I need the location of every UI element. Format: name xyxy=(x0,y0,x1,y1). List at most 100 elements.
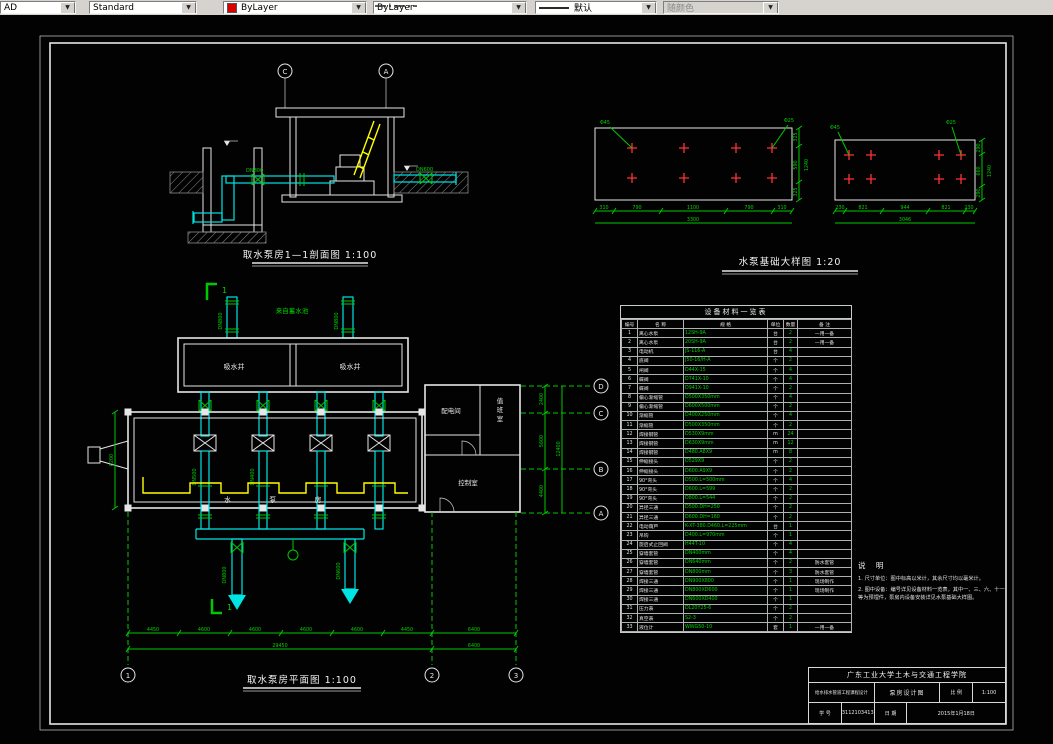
date-label: 日 期 xyxy=(873,702,908,724)
table-row: 11 渐缩管 D500X350mm 个 2 xyxy=(621,420,852,431)
axis-bubble: B xyxy=(599,466,604,474)
bolt-label: Φ45 xyxy=(600,120,610,126)
linetype-sample-icon xyxy=(375,5,417,7)
color-combo[interactable]: ByLayer ▼ xyxy=(223,1,367,14)
axis-bubble-a: A xyxy=(384,68,389,76)
well-label: 吸水井 xyxy=(340,362,361,371)
chevron-down-icon[interactable]: ▼ xyxy=(641,2,656,13)
foundation-detail-left[interactable]: Φ45 Φ25 310 790 1100 790 310 3300 325 59… xyxy=(592,118,810,224)
cad-window: AD ▼ Standard ▼ ByLayer ▼ ByLayer ▼ 默认 ▼… xyxy=(0,0,1053,744)
dim-text: 944 xyxy=(900,205,909,211)
table-row: 16 伸缩接头 D600.A9X9 个 2 xyxy=(621,465,852,477)
dim-text: 1240 xyxy=(804,159,810,171)
materials-table[interactable]: 设备材料一览表 编号 名 称 规 格 单位 数量 备 注 1 离心水泵 12SH-9… xyxy=(620,305,852,634)
dim-text: 5600 xyxy=(539,435,545,447)
chevron-down-icon[interactable]: ▼ xyxy=(511,2,526,13)
axis-grid-vertical: 1 2 3 xyxy=(120,512,524,683)
room-label-power: 配电间 xyxy=(441,406,461,415)
color-swatch-icon xyxy=(227,2,237,13)
lineweight-combo[interactable]: 默认 ▼ xyxy=(535,1,657,14)
chevron-down-icon[interactable]: ▼ xyxy=(351,2,366,13)
dim-text: 2400 xyxy=(539,393,545,405)
axis-bubble: 1 xyxy=(126,672,130,680)
table-row: 20 异径三通 D500.DH=250 个 2 xyxy=(621,502,852,513)
col-header: 单位 xyxy=(767,318,784,330)
materials-table-title: 设备材料一览表 xyxy=(621,306,851,319)
source-label: 来自蓄水池 xyxy=(276,306,309,315)
section-cut-marker-top: 1 xyxy=(222,286,227,295)
axis-bubble-c: C xyxy=(283,68,288,76)
table-row: 3 电动机 JS-116-A 台 4 xyxy=(621,346,852,357)
plan-view[interactable]: 1 1 来自蓄水池 DN800 DN800 吸水井 吸水井 DN500 DN40… xyxy=(87,282,609,692)
section-view[interactable]: C A DN800 DN600 取水泵房1—1剖面图 1:100 xyxy=(169,63,469,267)
plotstyle-combo: 随颜色 ▼ xyxy=(663,1,779,14)
materials-table-rows: 1 离心水泵 12SH-9A 台 2 一用一备 2 离心水泵 20SH-9A 台 2 一用一备 3 电动机… xyxy=(621,328,852,633)
pipe-label: DN800 xyxy=(246,168,263,174)
text-style-value: Standard xyxy=(93,2,134,13)
bolt-label: Φ25 xyxy=(946,120,956,126)
drawing-title: 泵房设计图 xyxy=(873,682,941,703)
lineweight-sample-icon xyxy=(539,6,569,9)
room-label-duty: 值班室 xyxy=(497,396,504,423)
plan-view-title: 取水泵房平面图 1:100 xyxy=(247,674,357,686)
table-row: 8 偏心渐缩管 D500X350mm 个 4 xyxy=(621,392,852,403)
table-row: 12 焊接钢管 D530X9mm m 24 xyxy=(621,429,852,440)
dim-text: 4400 xyxy=(539,485,545,497)
table-row: 6 蝶阀 D741X-10 个 4 xyxy=(621,374,852,385)
course-name: 给水排水管道工程课程设计 xyxy=(808,682,875,703)
pump-units xyxy=(193,434,391,452)
table-row: 4 底阀 J50-16/H-A 个 2 xyxy=(621,355,852,366)
dim-text: 1240 xyxy=(987,165,993,177)
drawing-canvas[interactable]: C A DN800 DN600 取水泵房1—1剖面图 1:100 Φ45 Φ25… xyxy=(0,15,1053,744)
dim-text: 230 xyxy=(835,205,844,211)
note-item: 2. 图中设备：编号详见设备材料一览表，其中一、三、六、十一等为预埋件，泵房内设… xyxy=(858,587,1005,602)
layer-combo[interactable]: AD ▼ xyxy=(0,1,76,14)
chevron-down-icon[interactable]: ▼ xyxy=(60,2,75,13)
school-name: 广东工业大学土木与交通工程学院 xyxy=(808,667,1006,683)
layer-combo-value: AD xyxy=(4,2,18,13)
properties-toolbar: AD ▼ Standard ▼ ByLayer ▼ ByLayer ▼ 默认 ▼… xyxy=(0,0,1053,16)
table-row: 26 穿墙套管 DN640mm 个 2 防水套管 xyxy=(621,557,852,569)
text-style-combo[interactable]: Standard ▼ xyxy=(89,1,197,14)
notes-block: 说 明 1. 尺寸单位：图中标高以米计，其余尺寸均以毫米计。 2. 图中设备：编… xyxy=(858,560,1006,605)
dim-text: 790 xyxy=(744,205,753,211)
axis-grid-horizontal: D C B A xyxy=(521,378,609,521)
note-item: 1. 尺寸单位：图中标高以米计，其余尺寸均以毫米计。 xyxy=(858,576,984,582)
pipe-label: DN800 xyxy=(218,312,224,329)
table-row: 13 焊接钢管 D630X9mm m 12 xyxy=(621,438,852,449)
room-label-control: 控制室 xyxy=(458,478,478,487)
dim-text: 310 xyxy=(599,205,608,211)
dim-text: 12400 xyxy=(556,441,562,456)
table-row: 32 真空表 S2-3 个 2 xyxy=(621,612,852,624)
dim-text: 6400 xyxy=(468,643,480,649)
dim-text: 590 xyxy=(793,160,799,169)
dim-text: 790 xyxy=(632,205,641,211)
dim-text: 3046 xyxy=(899,217,911,223)
section-cut-marker-bottom: 1 xyxy=(227,603,232,612)
table-row: 23 吊钩 D400.L=970mm 个 1 xyxy=(621,530,852,541)
table-row: 31 压力表 DL20Y25-6 个 2 xyxy=(621,603,852,615)
pipe-label: DN600 xyxy=(336,562,342,579)
scale-value: 1:100 xyxy=(972,682,1006,703)
col-header: 数量 xyxy=(783,318,798,330)
axis-bubble: C xyxy=(599,410,604,418)
bolt-label: Φ25 xyxy=(784,118,794,124)
table-row: 28 焊接三通 DN900X800 个 1 现场制作 xyxy=(621,576,852,587)
dim-text: 325 xyxy=(793,132,799,141)
dim-text: 325 xyxy=(793,187,799,196)
table-row: 29 焊接三通 DN800XD600 个 1 现场制作 xyxy=(621,585,852,596)
chevron-down-icon[interactable]: ▼ xyxy=(181,2,196,13)
foundation-detail-right[interactable]: Φ45 Φ25 230 821 944 821 230 3046 290 660… xyxy=(830,120,993,224)
linetype-combo[interactable]: ByLayer ▼ xyxy=(373,1,527,14)
table-row: 1 离心水泵 12SH-9A 台 2 一用一备 xyxy=(621,328,852,339)
pipe-label: DN800 xyxy=(334,312,340,329)
table-row: 19 90°弯头 D800.L=544 个 2 xyxy=(621,493,852,504)
dim-text: 4600 xyxy=(198,627,210,633)
dim-text: 310 xyxy=(777,205,786,211)
bolt-label: Φ45 xyxy=(830,125,840,131)
pipe-label: DN800 xyxy=(222,566,228,583)
chevron-down-icon: ▼ xyxy=(763,2,778,13)
axis-bubble: D xyxy=(598,383,603,391)
pipe-label: DN600 xyxy=(416,167,433,173)
student-id-label: 学 号 xyxy=(808,702,842,724)
